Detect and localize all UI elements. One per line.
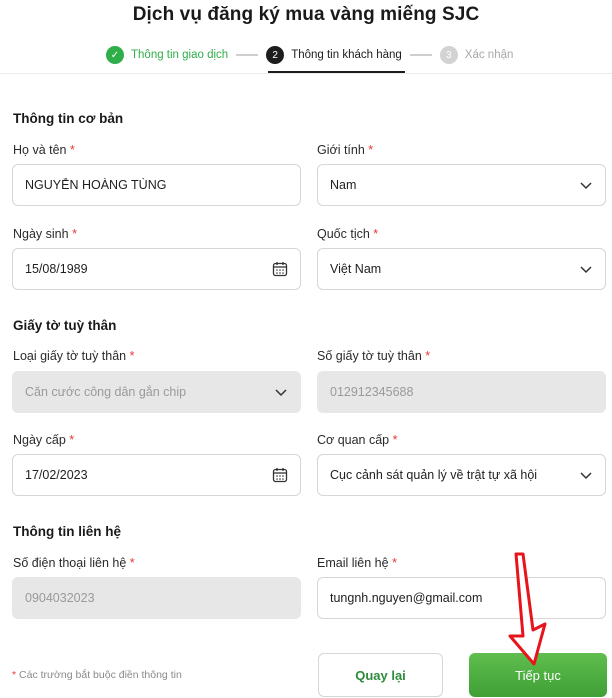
id-number-value: 012912345688	[330, 385, 414, 399]
step-confirm: 3 Xác nhận	[439, 46, 514, 64]
page-title: Dịch vụ đăng ký mua vàng miếng SJC	[132, 4, 480, 25]
section-title-basic: Thông tin cơ bản	[13, 111, 124, 126]
issue-date-input[interactable]: 17/02/2023	[12, 454, 301, 496]
issuer-label: Cơ quan cấp *	[317, 433, 398, 447]
email-value: tungnh.nguyen@gmail.com	[330, 591, 483, 605]
step-transaction-info[interactable]: ✓ Thông tin giao dịch	[106, 46, 228, 64]
nationality-value: Việt Nam	[330, 262, 382, 276]
section-title-contact: Thông tin liên hệ	[13, 524, 121, 539]
issue-date-label: Ngày cấp *	[13, 433, 75, 447]
required-fields-note: * Các trường bắt buộc điền thông tin	[12, 669, 182, 681]
step-customer-info[interactable]: 2 Thông tin khách hàng	[266, 46, 402, 64]
chevron-down-icon	[580, 182, 592, 190]
step-label: Xác nhận	[464, 49, 514, 61]
id-type-value: Căn cước công dân gắn chip	[25, 385, 187, 399]
section-title-id-docs: Giấy tờ tuỳ thân	[13, 318, 117, 333]
calendar-icon[interactable]	[272, 467, 288, 483]
step-number: 2	[266, 46, 285, 64]
id-type-select: Căn cước công dân gắn chip	[12, 371, 301, 413]
calendar-icon[interactable]	[272, 261, 288, 277]
dob-label: Ngày sinh *	[13, 227, 77, 241]
step-connector	[236, 54, 259, 56]
step-label: Thông tin giao dịch	[131, 49, 229, 61]
step-connector	[409, 54, 432, 56]
continue-button[interactable]: Tiếp tục	[469, 653, 607, 697]
full-name-label: Họ và tên *	[13, 143, 75, 157]
phone-label: Số điện thoại liên hệ *	[13, 556, 135, 570]
issue-date-value: 17/02/2023	[25, 468, 88, 482]
phone-input: 0904032023	[12, 577, 301, 619]
gender-select[interactable]: Nam	[317, 164, 606, 206]
divider	[0, 73, 612, 74]
issuer-select[interactable]: Cục cảnh sát quản lý về trật tự xã hội	[317, 454, 606, 496]
id-number-label: Số giấy tờ tuỳ thân *	[317, 349, 431, 363]
progress-stepper: ✓ Thông tin giao dịch 2 Thông tin khách …	[106, 44, 513, 66]
chevron-down-icon	[580, 266, 592, 274]
full-name-input[interactable]: NGUYỄN HOÀNG TÙNG	[12, 164, 301, 206]
nationality-select[interactable]: Việt Nam	[317, 248, 606, 290]
check-icon: ✓	[106, 46, 124, 64]
issuer-value: Cục cảnh sát quản lý về trật tự xã hội	[330, 468, 538, 482]
email-input[interactable]: tungnh.nguyen@gmail.com	[317, 577, 606, 619]
phone-value: 0904032023	[25, 591, 95, 605]
back-button[interactable]: Quay lại	[318, 653, 443, 697]
dob-date-input[interactable]: 15/08/1989	[12, 248, 301, 290]
email-label: Email liên hệ *	[317, 556, 397, 570]
id-number-input: 012912345688	[317, 371, 606, 413]
gender-value: Nam	[330, 178, 357, 192]
gender-label: Giới tính *	[317, 143, 374, 157]
id-type-label: Loại giấy tờ tuỳ thân *	[13, 349, 135, 363]
dob-value: 15/08/1989	[25, 262, 88, 276]
step-label: Thông tin khách hàng	[291, 49, 402, 61]
step-number: 3	[439, 46, 458, 64]
full-name-value: NGUYỄN HOÀNG TÙNG	[25, 178, 167, 192]
nationality-label: Quốc tịch *	[317, 227, 379, 241]
chevron-down-icon	[580, 472, 592, 480]
chevron-down-icon	[275, 389, 287, 397]
